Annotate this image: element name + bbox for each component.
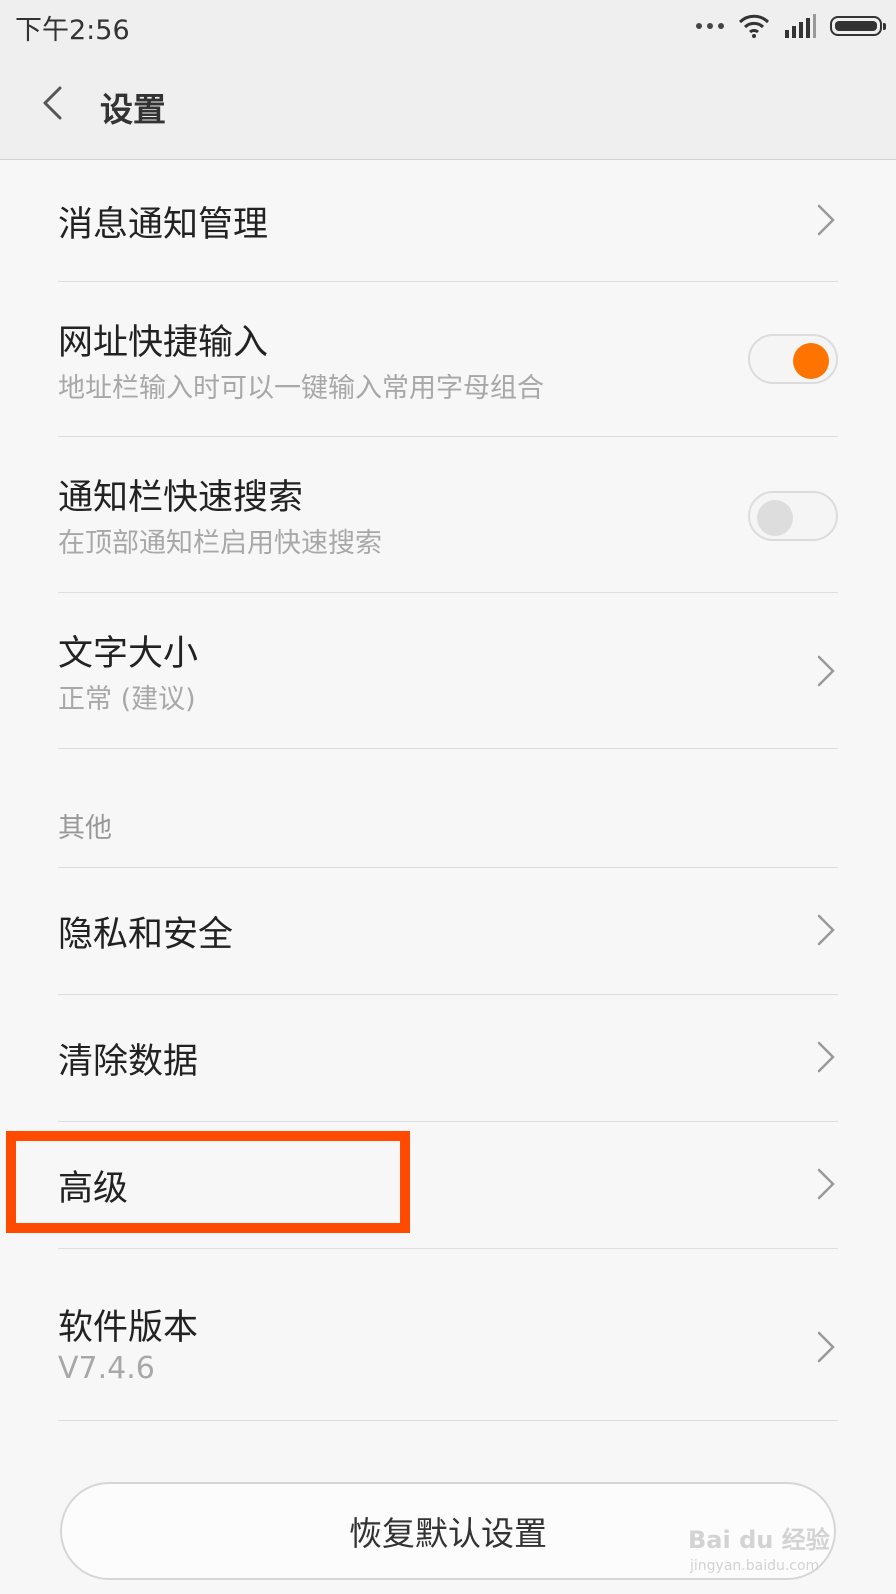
chevron-left-icon[interactable] [28,78,78,128]
settings-item-text-size[interactable]: 文字大小 正常 (建议) [58,593,838,749]
settings-item-advanced[interactable]: 高级 [58,1122,838,1249]
settings-item-label: 清除数据 [58,1042,199,1082]
status-icons [696,13,886,39]
settings-item-notification-search[interactable]: 通知栏快速搜索 在顶部通知栏启用快速搜索 [58,437,838,593]
section-header-other: 其他 [58,742,838,868]
settings-item-subtitle: 在顶部通知栏启用快速搜索 [58,528,382,559]
more-dots-icon [696,23,724,29]
section-header-label: 其他 [58,813,112,844]
chevron-right-icon [817,1331,835,1363]
toggle-knob [793,343,829,379]
chevron-right-icon [817,655,835,687]
reset-defaults-label: 恢复默认设置 [349,1514,547,1553]
settings-item-subtitle: V7.4.6 [58,1351,155,1386]
chevron-right-icon [817,914,835,946]
settings-item-label: 网址快捷输入 [58,323,269,363]
settings-item-label: 消息通知管理 [58,205,269,245]
settings-item-clear-data[interactable]: 清除数据 [58,995,838,1122]
wifi-icon [738,14,770,38]
toggle-knob [757,500,793,536]
settings-item-label: 文字大小 [58,634,199,674]
settings-item-label: 隐私和安全 [58,915,234,955]
settings-item-label: 软件版本 [58,1308,199,1348]
page-title: 设置 [100,90,166,129]
settings-item-url-shortcut[interactable]: 网址快捷输入 地址栏输入时可以一键输入常用字母组合 [58,282,838,437]
notification-search-toggle[interactable] [748,491,838,541]
status-time: 下午2:56 [15,15,130,46]
chevron-right-icon [817,1168,835,1200]
settings-item-label: 高级 [58,1169,129,1209]
chevron-right-icon [817,204,835,236]
settings-item-label: 通知栏快速搜索 [58,478,304,518]
chevron-right-icon [817,1041,835,1073]
battery-icon [830,16,886,36]
reset-defaults-button[interactable]: 恢复默认设置 [60,1482,836,1580]
settings-item-version[interactable]: 软件版本 V7.4.6 [58,1249,838,1421]
status-bar: 下午2:56 [0,0,896,50]
settings-item-subtitle: 正常 (建议) [58,684,196,715]
settings-item-subtitle: 地址栏输入时可以一键输入常用字母组合 [58,373,544,404]
signal-icon [785,14,816,38]
settings-item-notifications[interactable]: 消息通知管理 [58,160,838,282]
url-shortcut-toggle[interactable] [748,334,838,384]
settings-item-privacy[interactable]: 隐私和安全 [58,868,838,995]
title-bar: 设置 [0,50,896,160]
